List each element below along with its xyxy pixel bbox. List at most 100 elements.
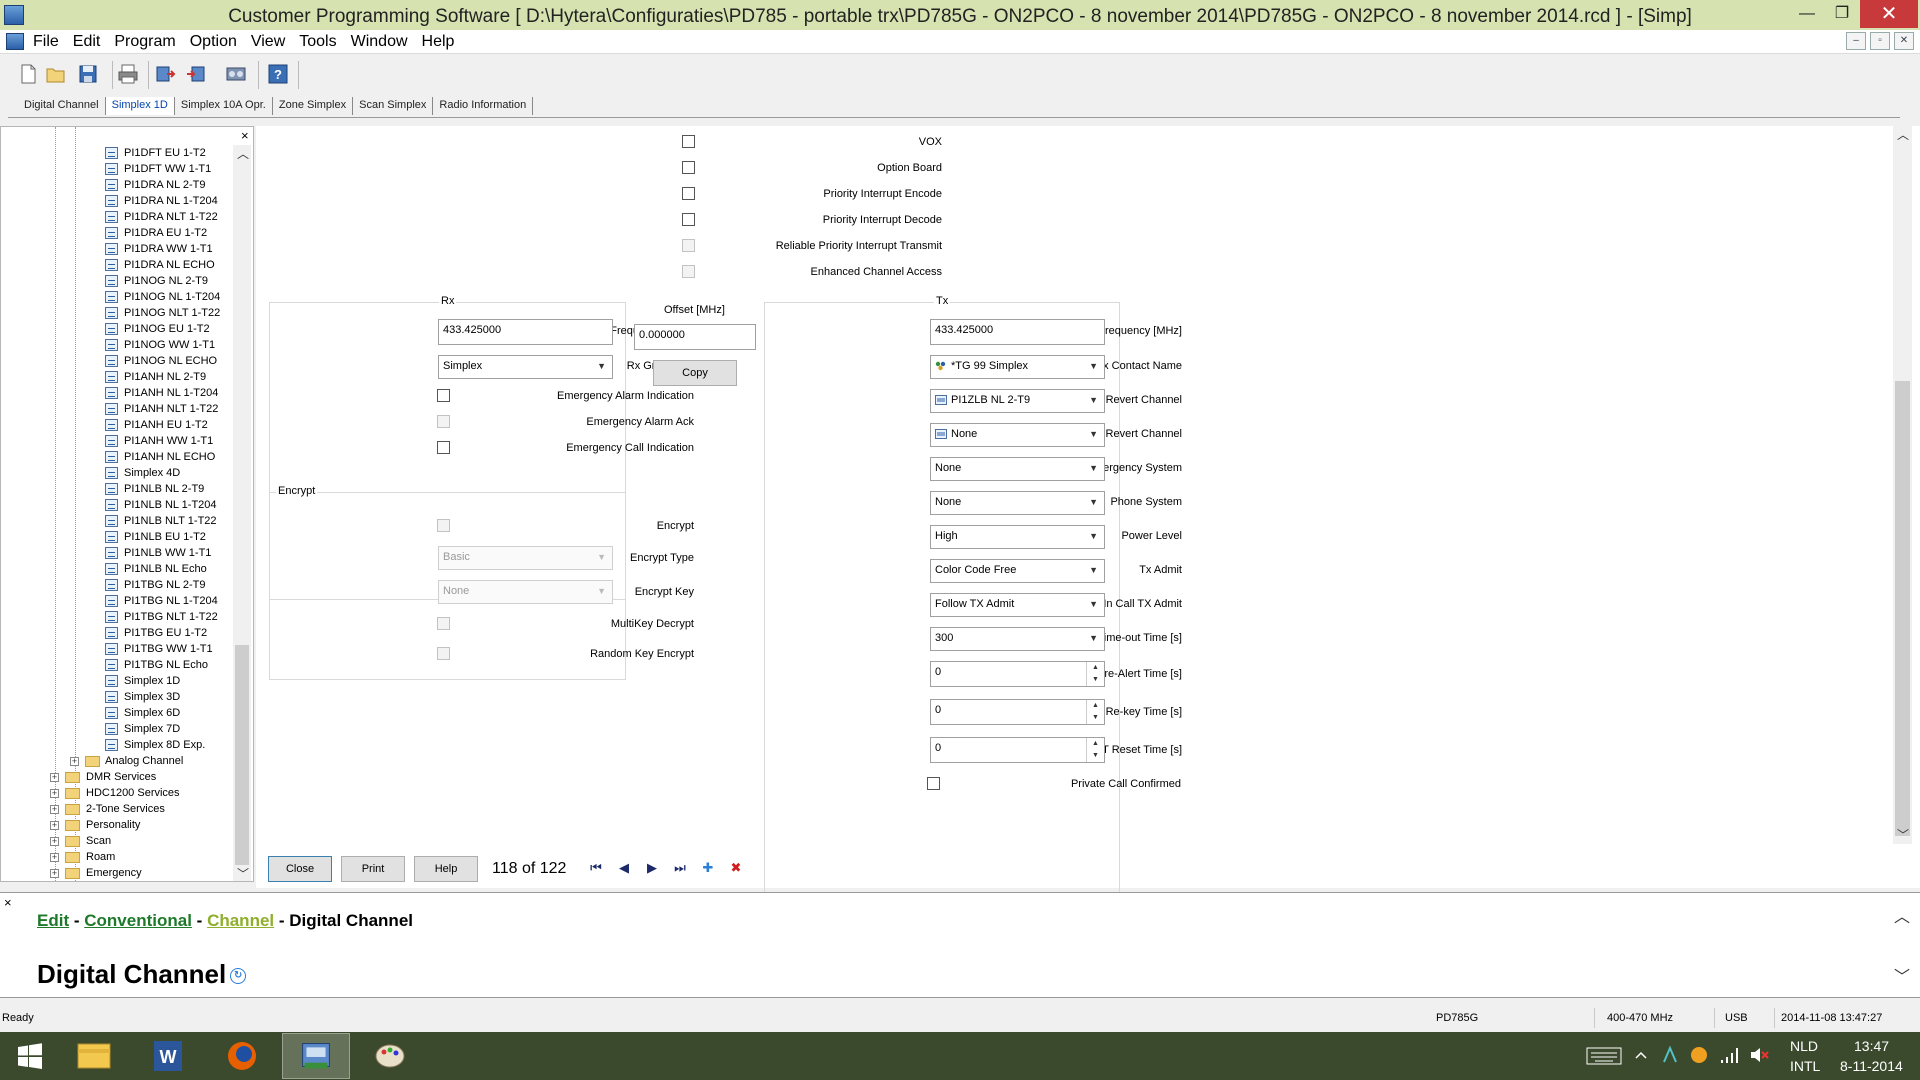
tree-item-channel[interactable]: PI1ANH WW 1-T1 xyxy=(1,433,233,449)
copy-button[interactable]: Copy xyxy=(653,360,737,386)
tree-item-folder[interactable]: + Emergency xyxy=(1,865,233,881)
previous-record-icon[interactable]: ◀ xyxy=(612,857,636,881)
wifi-signal-icon[interactable] xyxy=(1718,1044,1740,1066)
tree-item-channel[interactable]: PI1NOG EU 1-T2 xyxy=(1,321,233,337)
tab-simplex-10a[interactable]: Simplex 10A Opr. xyxy=(175,97,273,115)
breadcrumb-conventional-link[interactable]: Conventional xyxy=(84,911,192,930)
rx-group-list-select[interactable]: Simplex xyxy=(438,355,613,379)
expand-icon[interactable]: + xyxy=(50,773,59,782)
priority-interrupt-decode-checkbox[interactable] xyxy=(682,213,695,226)
tree-item-channel[interactable]: PI1ANH NLT 1-T22 xyxy=(1,401,233,417)
emergency-system-select[interactable]: None xyxy=(930,457,1105,481)
expand-icon[interactable]: + xyxy=(70,757,79,766)
tree-item-channel[interactable]: PI1NLB NL 1-T204 xyxy=(1,497,233,513)
emergency-call-indication-checkbox[interactable] xyxy=(437,441,450,454)
offset-input[interactable]: 0.000000 xyxy=(634,324,756,350)
tree-item-channel[interactable]: PI1NOG NL 2-T9 xyxy=(1,273,233,289)
reliable-priority-interrupt-checkbox[interactable] xyxy=(682,239,695,252)
tree-item-channel[interactable]: PI1ANH NL 2-T9 xyxy=(1,369,233,385)
breadcrumb-edit-link[interactable]: Edit xyxy=(37,911,69,930)
volume-muted-icon[interactable] xyxy=(1748,1044,1770,1066)
menu-help[interactable]: Help xyxy=(422,33,455,51)
close-window-button[interactable]: ✕ xyxy=(1860,0,1918,28)
tree-item-channel[interactable]: PI1TBG NLT 1-T22 xyxy=(1,609,233,625)
print-button[interactable]: Print xyxy=(341,856,405,882)
mdi-close-button[interactable]: ✕ xyxy=(1894,32,1914,50)
delete-record-icon[interactable]: ✖ xyxy=(724,857,748,881)
tree-item-channel[interactable]: PI1DRA NL ECHO xyxy=(1,257,233,273)
tree-item-channel[interactable]: PI1TBG WW 1-T1 xyxy=(1,641,233,657)
expand-icon[interactable]: + xyxy=(50,805,59,814)
add-record-icon[interactable]: ✚ xyxy=(696,857,720,881)
tree-item-channel[interactable]: PI1ANH NL 1-T204 xyxy=(1,385,233,401)
security-alert-icon[interactable] xyxy=(1688,1044,1710,1066)
spin-down-icon[interactable]: ▼ xyxy=(1087,674,1104,686)
file-explorer-icon[interactable] xyxy=(60,1033,128,1079)
tree-item-channel[interactable]: Simplex 3D xyxy=(1,689,233,705)
tab-digital-channel[interactable]: Digital Channel xyxy=(18,97,106,115)
breadcrumb-channel-link[interactable]: Channel xyxy=(207,911,274,930)
tx-admit-select[interactable]: Color Code Free xyxy=(930,559,1105,583)
paint-icon[interactable] xyxy=(356,1033,424,1079)
tree-item-channel[interactable]: PI1TBG EU 1-T2 xyxy=(1,625,233,641)
tree-item-channel[interactable]: Simplex 8D Exp. xyxy=(1,737,233,753)
first-record-icon[interactable]: ⏮ xyxy=(584,857,608,881)
phone-system-select[interactable]: None xyxy=(930,491,1105,515)
next-record-icon[interactable]: ▶ xyxy=(640,857,664,881)
tree-item-folder[interactable]: + HDC1200 Services xyxy=(1,785,233,801)
tree-item-channel[interactable]: PI1DRA WW 1-T1 xyxy=(1,241,233,257)
tree-item-channel[interactable]: PI1NLB NL Echo xyxy=(1,561,233,577)
emergency-alarm-indication-checkbox[interactable] xyxy=(437,389,450,402)
title-bar[interactable]: Customer Programming Software [ D:\Hyter… xyxy=(0,0,1920,30)
tree-item-channel[interactable]: PI1NOG NLT 1-T22 xyxy=(1,305,233,321)
help-close-button[interactable]: × xyxy=(4,895,12,910)
document-icon[interactable] xyxy=(6,33,24,50)
emergency-alarm-ack-checkbox[interactable] xyxy=(437,415,450,428)
in-call-tx-admit-select[interactable]: Follow TX Admit xyxy=(930,593,1105,617)
tree-item-channel[interactable]: PI1DRA NLT 1-T22 xyxy=(1,209,233,225)
scroll-down-arrow-icon[interactable]: ﹀ xyxy=(1894,963,1910,987)
tree-item-channel[interactable]: Simplex 4D xyxy=(1,465,233,481)
tree-item-analog-channel[interactable]: + Analog Channel xyxy=(1,753,233,769)
tree-item-channel[interactable]: Simplex 6D xyxy=(1,705,233,721)
expand-icon[interactable]: + xyxy=(50,837,59,846)
tree-item-channel[interactable]: Simplex 1D xyxy=(1,673,233,689)
expand-icon[interactable]: + xyxy=(50,821,59,830)
open-folder-icon[interactable] xyxy=(44,62,68,86)
spin-down-icon[interactable]: ▼ xyxy=(1087,712,1104,724)
spin-down-icon[interactable]: ▼ xyxy=(1087,750,1104,762)
tree-item-channel[interactable]: PI1TBG NL 1-T204 xyxy=(1,593,233,609)
menu-edit[interactable]: Edit xyxy=(73,33,101,51)
tree-item-channel[interactable]: PI1NLB WW 1-T1 xyxy=(1,545,233,561)
scroll-up-arrow-icon[interactable]: ︿ xyxy=(1897,126,1909,143)
menu-option[interactable]: Option xyxy=(190,33,237,51)
clock-time[interactable]: 13:47 xyxy=(1854,1038,1889,1054)
expand-icon[interactable]: + xyxy=(50,789,59,798)
tot-rekey-time-spinner[interactable]: 0 ▲ ▼ xyxy=(930,699,1105,725)
save-icon[interactable] xyxy=(76,62,100,86)
option-board-checkbox[interactable] xyxy=(682,161,695,174)
tree-item-channel[interactable]: PI1NLB NLT 1-T22 xyxy=(1,513,233,529)
keyboard-layout[interactable]: INTL xyxy=(1790,1058,1820,1074)
private-call-confirmed-checkbox[interactable] xyxy=(927,777,940,790)
scroll-up-arrow-icon[interactable]: ︿ xyxy=(1894,903,1910,927)
mdi-restore-button[interactable]: ▫ xyxy=(1870,32,1890,50)
tree-item-channel[interactable]: PI1TBG NL 2-T9 xyxy=(1,577,233,593)
input-language[interactable]: NLD xyxy=(1790,1038,1818,1054)
menu-window[interactable]: Window xyxy=(351,33,408,51)
tree-item-folder[interactable]: +2-Tone Services xyxy=(1,801,233,817)
last-record-icon[interactable]: ⏭ xyxy=(668,857,692,881)
tree-item-channel[interactable]: PI1DRA NL 2-T9 xyxy=(1,177,233,193)
tree-item-channel[interactable]: PI1DRA NL 1-T204 xyxy=(1,193,233,209)
write-radio-icon[interactable] xyxy=(184,62,208,86)
tree-item-channel[interactable]: PI1TBG NL Echo xyxy=(1,657,233,673)
spin-up-icon[interactable]: ▲ xyxy=(1087,738,1104,750)
tree-item-channel[interactable]: PI1ANH NL ECHO xyxy=(1,449,233,465)
read-radio-icon[interactable] xyxy=(153,62,177,86)
keyboard-icon[interactable] xyxy=(1586,1044,1622,1068)
tree-item-channel[interactable]: PI1NLB EU 1-T2 xyxy=(1,529,233,545)
show-hidden-icons-icon[interactable] xyxy=(1634,1048,1648,1062)
tree-item-channel[interactable]: PI1DFT EU 1-T2 xyxy=(1,145,233,161)
encrypt-type-select[interactable]: Basic xyxy=(438,546,613,570)
tree-item-channel[interactable]: PI1NOG NL ECHO xyxy=(1,353,233,369)
